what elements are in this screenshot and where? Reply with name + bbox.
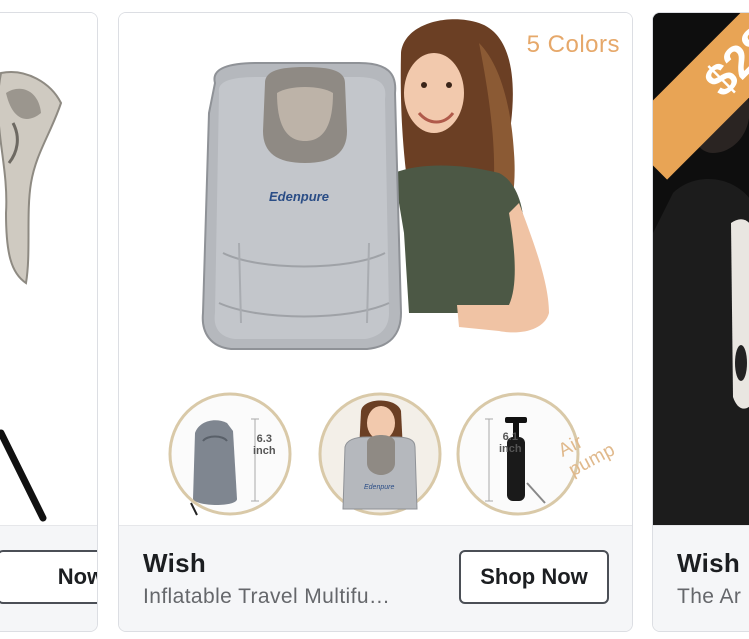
advertiser-name-right: Wish — [677, 548, 741, 578]
card-footer-right: Wish The Ar — [653, 525, 749, 631]
product-image-travel-pillow[interactable]: Edenpure Edenpure 5 Colors 6.3 inch 6.1 … — [119, 13, 632, 527]
product-description-right: The Ar — [677, 585, 742, 608]
product-image-left[interactable] — [0, 13, 97, 527]
shop-now-button[interactable]: Shop Now — [459, 550, 609, 604]
small-pillow-brand-text: Edenpure — [364, 484, 394, 491]
card-footer-travel-pillow: Wish Inflatable Travel Multifu… Shop Now — [119, 525, 632, 631]
ad-card-right[interactable]: $28 Wish The Ar — [652, 12, 749, 632]
statue-product-image — [0, 13, 97, 527]
pump-height-label: 6.1 inch — [499, 431, 522, 455]
ad-card-travel-pillow[interactable]: Edenpure Edenpure 5 Colors 6.3 inch 6.1 … — [118, 12, 633, 632]
advertiser-name: Wish — [143, 548, 207, 578]
card-footer-left: Now — [0, 525, 97, 631]
shop-now-button-left[interactable]: Now — [0, 550, 97, 604]
colors-count-tag: 5 Colors — [526, 31, 620, 58]
shop-now-label: Shop Now — [480, 564, 588, 589]
pillow-use-thumbnail: Edenpure — [318, 392, 442, 516]
ad-card-left[interactable]: Now — [0, 12, 98, 632]
product-description: Inflatable Travel Multifu… — [143, 585, 391, 608]
bag-height-label: 6.3 inch — [253, 433, 276, 457]
carousel: Now — [0, 0, 749, 639]
product-image-right[interactable]: $28 — [653, 13, 749, 527]
shop-now-label-left: Now — [57, 564, 97, 589]
travel-pillow-photo: Edenpure Edenpure — [119, 13, 632, 527]
pillow-brand-text: Edenpure — [269, 189, 329, 204]
